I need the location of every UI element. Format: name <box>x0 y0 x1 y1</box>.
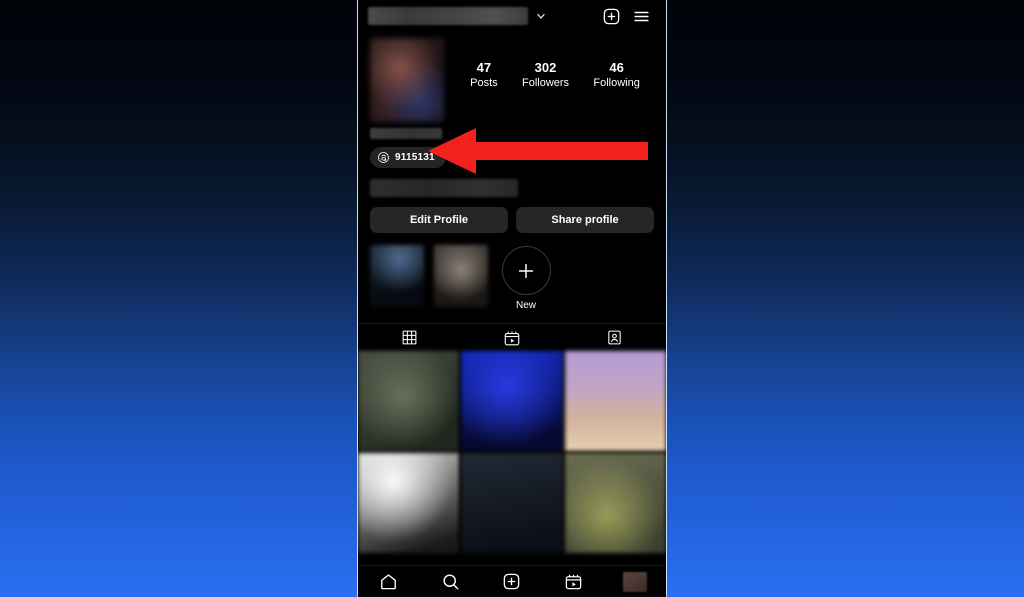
profile-meta: 9115131 <box>358 122 666 197</box>
grid-post[interactable] <box>358 351 460 451</box>
photo-grid <box>358 351 666 553</box>
new-highlight-button[interactable]: New <box>498 245 554 311</box>
stat-following-label: Following <box>593 77 640 90</box>
plus-icon <box>501 246 551 295</box>
stat-following[interactable]: 46 Following <box>593 60 639 91</box>
stat-followers-label: Followers <box>521 77 570 90</box>
profile-avatar-icon <box>623 571 648 592</box>
profile-tabs <box>358 323 666 351</box>
grid-post[interactable] <box>358 453 460 553</box>
story-highlights: New <box>358 233 666 311</box>
profile-header: 47 Posts 302 Followers 46 Following <box>358 32 666 122</box>
tab-grid[interactable] <box>358 324 461 351</box>
hamburger-menu-icon[interactable] <box>626 3 656 29</box>
top-bar <box>358 0 666 32</box>
threads-badge[interactable]: 9115131 <box>370 147 446 168</box>
bottom-nav <box>358 565 666 597</box>
threads-count: 9115131 <box>395 152 435 163</box>
avatar[interactable] <box>370 38 444 122</box>
display-name-redacted <box>370 128 442 139</box>
profile-actions: Edit Profile Share profile <box>358 197 666 233</box>
tab-tagged[interactable] <box>563 324 666 351</box>
story-highlight-2[interactable] <box>434 245 488 307</box>
grid-post[interactable] <box>564 453 666 553</box>
story-highlight-1[interactable] <box>370 245 424 307</box>
username-redacted[interactable] <box>368 7 528 25</box>
stat-posts-label: Posts <box>470 77 498 90</box>
threads-logo-icon <box>377 151 390 164</box>
phone-screen: 47 Posts 302 Followers 46 Following 9115… <box>357 0 667 597</box>
nav-home[interactable] <box>358 572 420 591</box>
chevron-down-icon[interactable] <box>532 10 550 22</box>
tab-reels[interactable] <box>461 324 564 351</box>
stats-row: 47 Posts 302 Followers 46 Following <box>444 38 656 122</box>
stat-followers-count: 302 <box>534 60 557 75</box>
nav-profile[interactable] <box>604 571 666 592</box>
grid-post[interactable] <box>461 351 563 451</box>
stat-posts-count: 47 <box>476 60 492 75</box>
share-profile-button[interactable]: Share profile <box>516 207 654 233</box>
stat-following-count: 46 <box>609 60 624 75</box>
grid-post[interactable] <box>564 351 666 451</box>
plus-square-icon[interactable] <box>596 3 626 29</box>
bio-redacted <box>370 179 518 197</box>
nav-create[interactable] <box>481 572 543 591</box>
nav-reels[interactable] <box>543 572 605 591</box>
stat-posts[interactable]: 47 Posts <box>470 60 498 91</box>
grid-post[interactable] <box>461 453 563 553</box>
new-highlight-label: New <box>515 300 536 311</box>
edit-profile-button[interactable]: Edit Profile <box>370 207 508 233</box>
nav-search[interactable] <box>420 572 482 591</box>
stat-followers[interactable]: 302 Followers <box>522 60 569 91</box>
